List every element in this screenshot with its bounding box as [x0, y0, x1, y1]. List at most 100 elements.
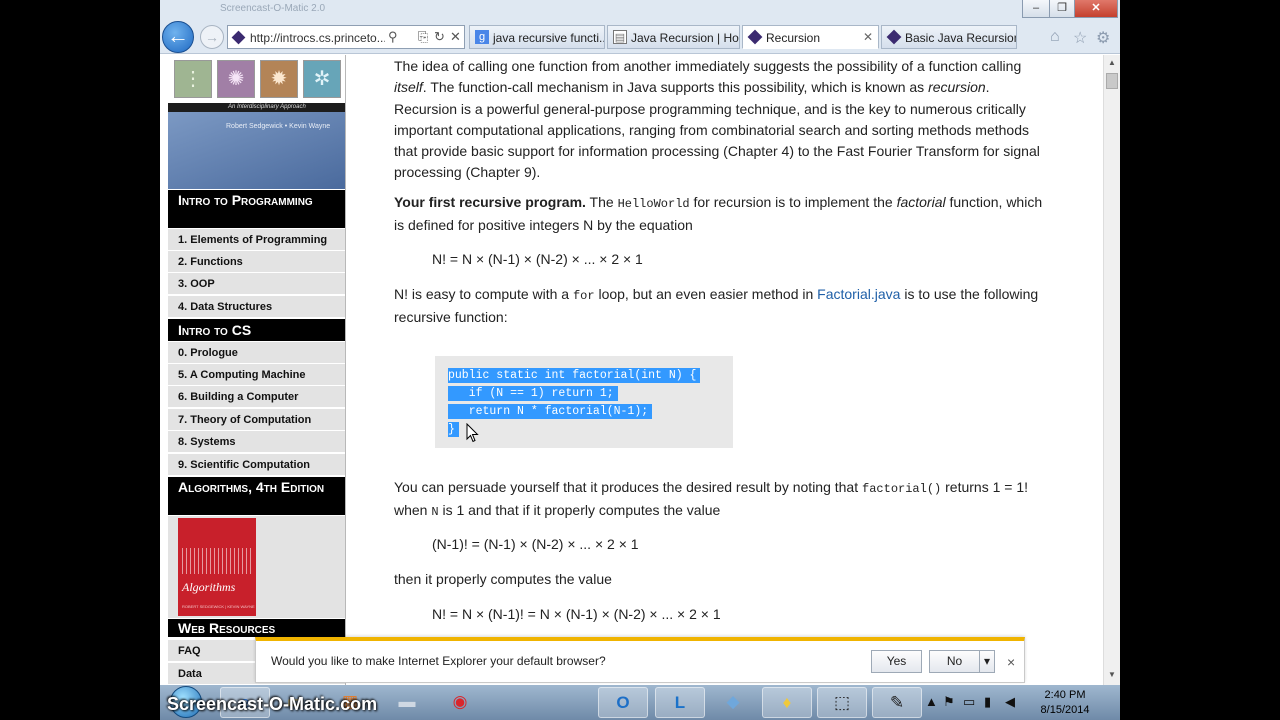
scroll-up-arrow-icon[interactable]: ▲	[1104, 55, 1120, 71]
sidebar-item-systems[interactable]: 8. Systems	[168, 431, 345, 453]
stop-icon[interactable]: ✕	[450, 29, 461, 45]
section-heading-algorithms[interactable]: Algorithms, 4th Edition	[168, 477, 345, 515]
sidebar-item-elements-of-programming[interactable]: 1. Elements of Programming	[168, 229, 345, 251]
snipping-tool-taskbar-icon[interactable]: ⬚	[817, 687, 867, 718]
code-line[interactable]: if (N == 1) return 1;	[448, 386, 618, 401]
screen: Screencast-O-Matic 2.0 – ❐ ✕ ← → http://…	[160, 0, 1120, 720]
cog-icon[interactable]: ✲	[303, 60, 341, 98]
chrome-taskbar-icon[interactable]: ◉	[435, 687, 485, 718]
n-minus-1-factorial-equation: (N-1)! = (N-1) × (N-2) × ... × 2 × 1	[432, 536, 639, 552]
book-authors: Robert Sedgewick • Kevin Wayne	[226, 123, 331, 130]
factorial-java-link[interactable]: Factorial.java	[817, 286, 900, 302]
back-button[interactable]: ←	[162, 21, 194, 53]
algorithms-cover-title: Algorithms	[182, 580, 236, 594]
princeton-diamond-icon	[886, 29, 902, 45]
persuade-paragraph: You can persuade yourself that it produc…	[394, 479, 1029, 520]
vertical-scrollbar[interactable]: ▲ ▼	[1103, 55, 1120, 685]
clock-date: 8/15/2014	[1040, 704, 1090, 716]
system-clock[interactable]: 2:40 PM 8/15/2014	[1030, 688, 1100, 718]
yes-button[interactable]: Yes	[871, 650, 922, 673]
action-center-flag-icon[interactable]: ⚑	[943, 694, 955, 710]
restore-button[interactable]: ❐	[1049, 0, 1075, 18]
volume-icon[interactable]: ◀	[1005, 694, 1015, 710]
then-computes-paragraph: then it properly computes the value	[394, 571, 612, 587]
tab-label: Recursion	[766, 31, 821, 45]
gear-burst-icon[interactable]: ✹	[260, 60, 298, 98]
window-title: Screencast-O-Matic 2.0	[220, 3, 326, 14]
sidebar: ⋮ ✺ ✹ ✲ An Interdisciplinary Approach Ro…	[168, 55, 345, 685]
virtualbox-taskbar-icon[interactable]: ◆	[708, 687, 758, 718]
close-window-button[interactable]: ✕	[1074, 0, 1118, 18]
intro-cs-book-cover[interactable]: An Interdisciplinary Approach Robert Sed…	[168, 103, 345, 189]
network-drive-taskbar-icon[interactable]: ▬	[382, 687, 432, 718]
minimize-button[interactable]: –	[1022, 0, 1050, 18]
sidebar-item-theory-of-computation[interactable]: 7. Theory of Computation	[168, 409, 345, 431]
network-icon[interactable]: ✺	[217, 60, 255, 98]
wifi-signal-icon[interactable]: ▮	[984, 694, 991, 710]
tab-label: java recursive functi...	[493, 31, 605, 45]
sidebar-item-prologue[interactable]: 0. Prologue	[168, 342, 345, 364]
sidebar-item-computing-machine[interactable]: 5. A Computing Machine	[168, 364, 345, 386]
browser-toolbar: ← → http://introcs.cs.princeto... ⚲ ⎘ ↻ …	[160, 20, 1120, 54]
show-hidden-icons-icon[interactable]: ▲	[925, 694, 938, 709]
sidebar-item-functions[interactable]: 2. Functions	[168, 251, 345, 273]
code-line[interactable]: }	[448, 422, 459, 437]
algorithms-book-cover[interactable]: Algorithms ROBERT SEDGEWICK | KEVIN WAYN…	[178, 518, 256, 616]
book-cover-pattern	[182, 548, 252, 574]
python-taskbar-icon[interactable]: ♦	[762, 687, 812, 718]
mouse-pointer-icon	[466, 422, 480, 446]
clock-time: 2:40 PM	[1044, 689, 1086, 701]
tools-gear-icon[interactable]: ⚙	[1096, 28, 1110, 48]
factorial-equation: N! = N × (N-1) × (N-2) × ... × 2 × 1	[432, 251, 643, 267]
notepad-taskbar-icon[interactable]: ✎	[872, 687, 922, 718]
flowchart-icon[interactable]: ⋮	[174, 60, 212, 98]
princeton-diamond-icon	[747, 29, 763, 45]
algorithms-cover-authors: ROBERT SEDGEWICK | KEVIN WAYNE	[182, 604, 255, 609]
favorites-star-icon[interactable]: ☆	[1073, 28, 1087, 48]
sidebar-item-building-computer[interactable]: 6. Building a Computer	[168, 386, 345, 408]
sidebar-item-oop[interactable]: 3. OOP	[168, 273, 345, 295]
tab-basic-java-recursion[interactable]: Basic Java Recursion...	[881, 25, 1017, 49]
first-recursive-program-paragraph: Your first recursive program. The HelloW…	[394, 194, 1043, 234]
compatibility-icon[interactable]: ⎘	[418, 29, 428, 45]
outlook-taskbar-icon[interactable]: O	[598, 687, 648, 718]
display-icon[interactable]: ▭	[963, 694, 975, 710]
sidebar-item-data-structures[interactable]: 4. Data Structures	[168, 296, 345, 318]
google-g-icon: g	[475, 30, 489, 44]
tab-label: Java Recursion | Ho...	[631, 31, 740, 45]
default-browser-notification: Would you like to make Internet Explorer…	[255, 637, 1025, 683]
site-favicon-icon	[231, 30, 246, 45]
tab-java-recursion-howto[interactable]: ▤ Java Recursion | Ho...	[607, 25, 740, 49]
tab-label: Basic Java Recursion...	[905, 31, 1016, 45]
no-options-dropdown-icon[interactable]: ▾	[979, 650, 995, 673]
n-factorial-recursive-equation: N! = N × (N-1)! = N × (N-1) × (N-2) × ..…	[432, 606, 721, 622]
forward-button[interactable]: →	[200, 25, 224, 49]
section-heading-intro-to-programming[interactable]: Intro to Programming	[168, 190, 345, 228]
book-subtitle: An Interdisciplinary Approach	[228, 104, 306, 110]
taskbar: e ▭ ▦ ▬ ◉ O L ◆ ♦ ⬚ ✎ Screencast-O-Matic…	[160, 685, 1120, 720]
address-bar[interactable]: http://introcs.cs.princeto... ⚲ ⎘ ↻ ✕	[227, 25, 465, 49]
address-url[interactable]: http://introcs.cs.princeto...	[250, 31, 385, 45]
search-icon[interactable]: ⚲	[388, 29, 398, 45]
code-line[interactable]: return N * factorial(N-1);	[448, 404, 653, 419]
title-bar: Screencast-O-Matic 2.0 – ❐ ✕	[160, 0, 1120, 20]
sidebar-divider	[345, 55, 346, 685]
sidebar-item-scientific-computation[interactable]: 9. Scientific Computation	[168, 454, 345, 476]
no-button[interactable]: No	[929, 650, 980, 673]
scrollbar-thumb[interactable]	[1106, 73, 1118, 89]
tab-java-recursive-functions[interactable]: g java recursive functi...	[469, 25, 605, 49]
refresh-icon[interactable]: ↻	[434, 29, 445, 45]
scroll-down-arrow-icon[interactable]: ▼	[1104, 667, 1120, 683]
close-tab-icon[interactable]: ✕	[863, 30, 873, 44]
notification-close-icon[interactable]: ×	[1007, 654, 1015, 670]
section-heading-web-resources[interactable]: Web Resources	[168, 619, 345, 637]
intro-paragraph: The idea of calling one function from an…	[394, 58, 1040, 181]
notification-message: Would you like to make Internet Explorer…	[271, 654, 606, 668]
home-icon[interactable]: ⌂	[1050, 28, 1060, 46]
document-icon: ▤	[613, 30, 627, 44]
screencast-watermark: Screencast-O-Matic.com	[167, 694, 378, 714]
tab-recursion[interactable]: Recursion ✕	[742, 25, 879, 49]
lync-taskbar-icon[interactable]: L	[655, 687, 705, 718]
code-line[interactable]: public static int factorial(int N) {	[448, 368, 701, 383]
section-heading-intro-to-cs[interactable]: Intro to CS	[168, 319, 345, 341]
